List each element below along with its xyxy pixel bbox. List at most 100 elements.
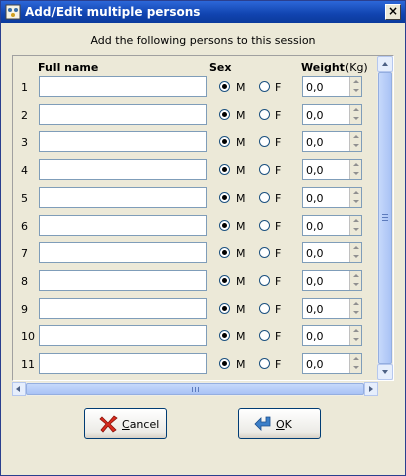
weight-spinner[interactable]: 0,0	[302, 269, 362, 291]
window-title: Add/Edit multiple persons	[25, 5, 201, 19]
full-name-input[interactable]	[39, 214, 207, 236]
spin-down-icon[interactable]	[349, 141, 361, 152]
sex-male-radio[interactable]	[219, 302, 230, 314]
full-name-input[interactable]	[39, 353, 207, 374]
spin-down-icon[interactable]	[349, 86, 361, 96]
close-button[interactable]: ×	[385, 4, 401, 20]
weight-spinner[interactable]: 0,0	[302, 214, 362, 236]
sex-male-label: M	[236, 274, 246, 288]
sex-female-label: F	[275, 219, 282, 233]
person-row: 10 M F 0,0	[13, 325, 377, 347]
weight-value: 0,0	[306, 247, 324, 261]
weight-spinner[interactable]: 0,0	[302, 325, 362, 347]
persons-scroll-panel[interactable]: Full name Sex Weight(Kg) 1 M F 0,0 2 M F 0,0 3 M F…	[12, 55, 394, 381]
weight-label: Weight	[301, 61, 345, 74]
sex-female-radio[interactable]	[259, 274, 270, 286]
sex-female-radio[interactable]	[259, 302, 270, 314]
weight-value: 0,0	[306, 108, 324, 122]
sex-female-radio[interactable]	[259, 247, 270, 259]
scroll-up-button[interactable]	[377, 56, 393, 72]
sex-female-label: F	[275, 302, 282, 316]
row-number: 8	[21, 274, 28, 288]
spin-down-icon[interactable]	[349, 224, 361, 235]
sex-male-label: M	[236, 136, 246, 150]
person-row: 8 M F 0,0	[13, 269, 377, 292]
row-number: 1	[21, 81, 28, 94]
spin-down-icon[interactable]	[349, 363, 361, 373]
full-name-input[interactable]	[39, 159, 207, 181]
title-bar[interactable]: Add/Edit multiple persons ×	[1, 1, 405, 23]
weight-spinner[interactable]: 0,0	[302, 297, 362, 319]
grip-icon	[192, 387, 199, 392]
sex-male-radio[interactable]	[219, 358, 230, 369]
weight-value: 0,0	[306, 274, 324, 288]
full-name-input[interactable]	[39, 325, 207, 347]
full-name-input[interactable]	[39, 103, 207, 125]
weight-spinner[interactable]: 0,0	[302, 131, 362, 153]
scroll-left-button[interactable]	[12, 382, 26, 396]
sex-female-radio[interactable]	[259, 164, 270, 176]
weight-spinner[interactable]: 0,0	[302, 159, 362, 181]
person-row: 2 M F 0,0	[13, 103, 377, 126]
full-name-input[interactable]	[39, 76, 207, 97]
full-name-input[interactable]	[39, 269, 207, 291]
sex-male-label: M	[236, 81, 246, 94]
cancel-button[interactable]: Cancel	[84, 408, 167, 439]
sex-male-radio[interactable]	[219, 136, 230, 148]
row-number: 2	[21, 108, 28, 122]
row-number: 5	[21, 191, 28, 205]
sex-male-label: M	[236, 191, 246, 205]
row-number: 3	[21, 136, 28, 150]
weight-spinner[interactable]: 0,0	[302, 242, 362, 264]
sex-male-radio[interactable]	[219, 108, 230, 120]
sex-male-radio[interactable]	[219, 219, 230, 231]
scroll-down-button[interactable]	[377, 364, 393, 380]
full-name-input[interactable]	[39, 186, 207, 208]
sex-male-radio[interactable]	[219, 191, 230, 203]
weight-spinner[interactable]: 0,0	[302, 353, 362, 374]
full-name-input[interactable]	[39, 131, 207, 153]
sex-male-label: M	[236, 219, 246, 233]
sex-male-radio[interactable]	[219, 81, 230, 92]
ok-button[interactable]: OK	[238, 408, 321, 439]
sex-female-radio[interactable]	[259, 191, 270, 203]
spin-down-icon[interactable]	[349, 335, 361, 346]
horizontal-scrollbar[interactable]	[12, 382, 378, 396]
full-name-input[interactable]	[39, 242, 207, 264]
sex-female-radio[interactable]	[259, 330, 270, 342]
sex-male-label: M	[236, 330, 246, 344]
spin-down-icon[interactable]	[349, 113, 361, 124]
person-row: 1 M F 0,0	[13, 76, 377, 98]
weight-value: 0,0	[306, 164, 324, 178]
weight-spinner[interactable]: 0,0	[302, 76, 362, 97]
weight-value: 0,0	[306, 136, 324, 150]
row-number: 7	[21, 247, 28, 261]
full-name-input[interactable]	[39, 297, 207, 319]
sex-female-radio[interactable]	[259, 108, 270, 120]
weight-spinner[interactable]: 0,0	[302, 186, 362, 208]
spin-down-icon[interactable]	[349, 196, 361, 207]
spin-down-icon[interactable]	[349, 279, 361, 290]
sex-male-label: M	[236, 247, 246, 261]
sex-female-radio[interactable]	[259, 219, 270, 231]
vertical-scroll-thumb[interactable]	[378, 72, 392, 364]
sex-male-radio[interactable]	[219, 247, 230, 259]
sex-male-radio[interactable]	[219, 330, 230, 342]
scroll-right-button[interactable]	[364, 382, 378, 396]
sex-male-radio[interactable]	[219, 164, 230, 176]
sex-female-radio[interactable]	[259, 136, 270, 148]
sex-female-radio[interactable]	[259, 358, 270, 369]
spin-down-icon[interactable]	[349, 169, 361, 180]
column-header-sex: Sex	[209, 61, 232, 74]
sex-female-label: F	[275, 164, 282, 178]
row-number: 10	[21, 330, 35, 344]
red-x-icon	[99, 415, 118, 433]
horizontal-scroll-thumb[interactable]	[26, 383, 364, 395]
spin-down-icon[interactable]	[349, 252, 361, 263]
dialog-instruction: Add the following persons to this sessio…	[90, 34, 316, 47]
sex-male-radio[interactable]	[219, 274, 230, 286]
vertical-scrollbar[interactable]	[377, 56, 393, 380]
sex-female-radio[interactable]	[259, 81, 270, 92]
spin-down-icon[interactable]	[349, 307, 361, 318]
weight-spinner[interactable]: 0,0	[302, 103, 362, 125]
